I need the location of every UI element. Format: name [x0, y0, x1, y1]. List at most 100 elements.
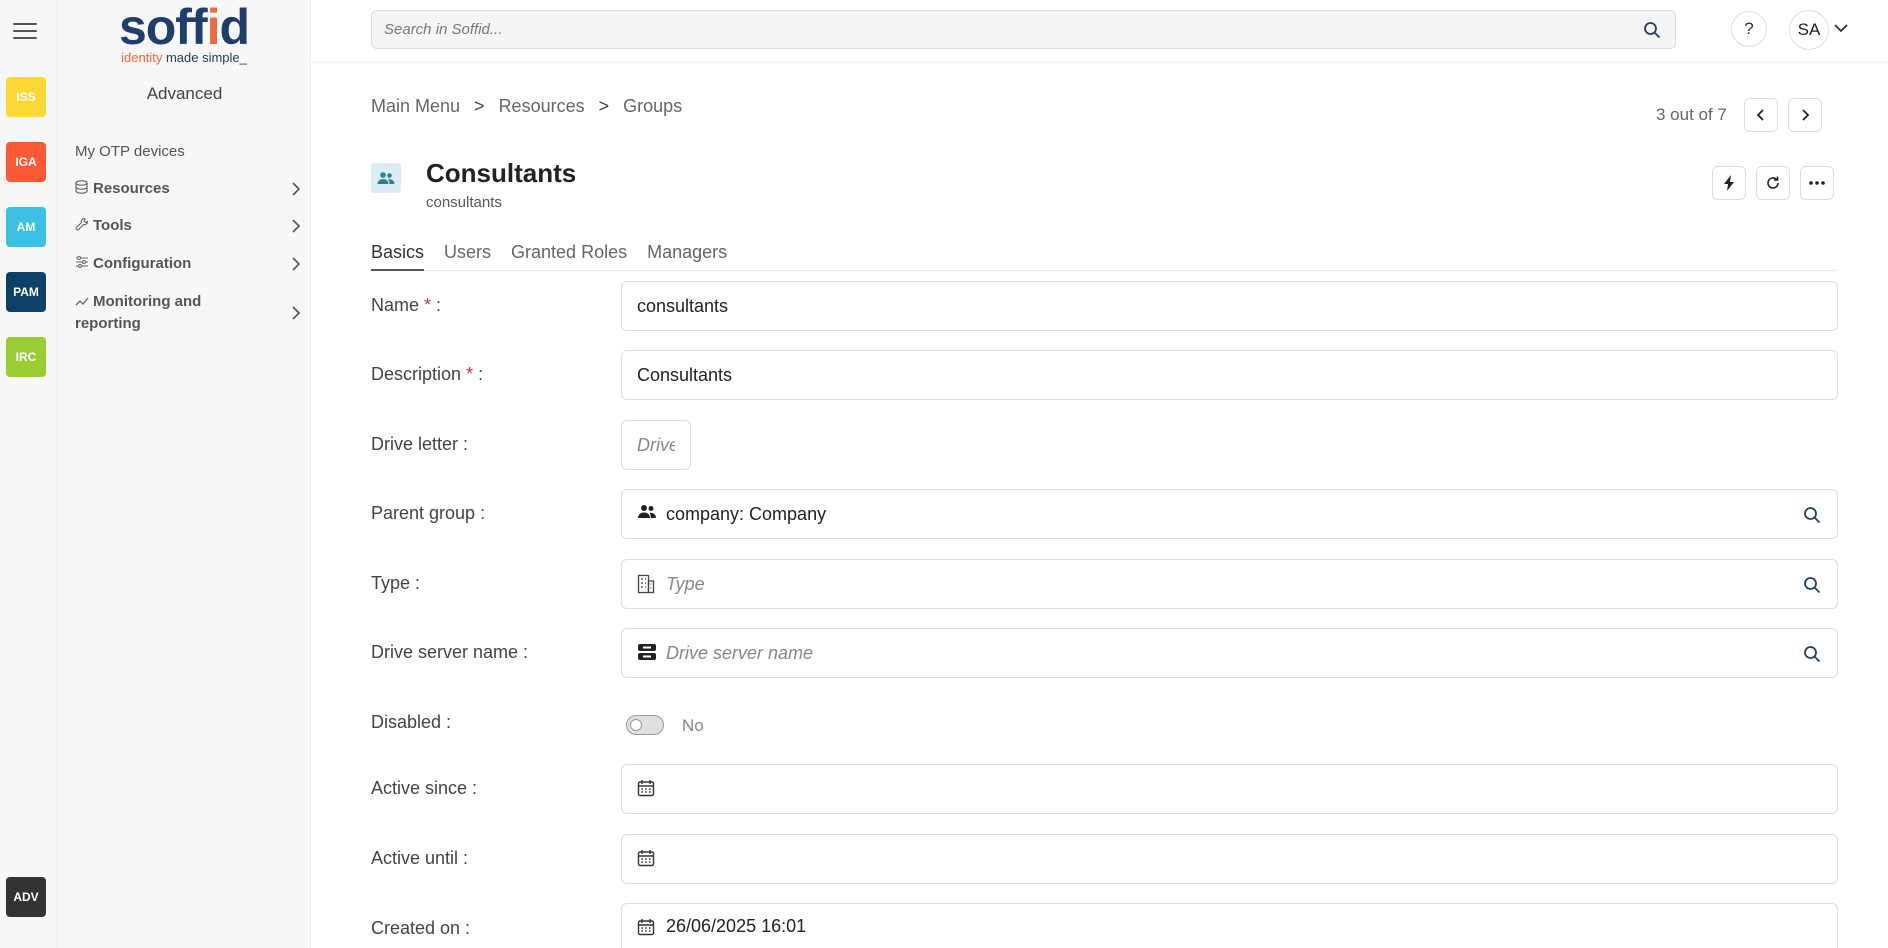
tab-granted-roles[interactable]: Granted Roles: [511, 242, 627, 271]
global-search: [371, 10, 1676, 49]
name-label: Name * :: [371, 295, 442, 315]
parent-group-field: [621, 489, 1838, 539]
active-since-field: [621, 764, 1838, 814]
search-icon[interactable]: [1643, 21, 1661, 39]
more-options-button[interactable]: [1800, 166, 1834, 200]
app-iga-button[interactable]: IGA: [6, 142, 46, 182]
disabled-label: Disabled :: [371, 712, 452, 732]
user-avatar[interactable]: SA: [1789, 10, 1829, 50]
breadcrumb-separator: >: [598, 96, 610, 116]
refresh-icon: [1767, 176, 1779, 189]
side-menu: soffid identity made simple_ Advanced My…: [58, 0, 311, 948]
group-icon: [637, 504, 657, 524]
name-field: [621, 281, 1838, 331]
execute-action-button[interactable]: [1712, 166, 1746, 200]
breadcrumb-groups[interactable]: Groups: [623, 96, 682, 117]
sidebar-item-label: Resources: [93, 180, 170, 197]
wrench-icon: [75, 217, 93, 234]
building-icon: [637, 574, 657, 594]
drive-letter-label: Drive letter :: [371, 434, 469, 454]
page-title: Consultants: [426, 158, 577, 188]
app-am-button[interactable]: AM: [6, 207, 46, 247]
sidebar-item-label: Monitoring and reporting: [75, 293, 202, 332]
breadcrumb-separator: >: [474, 96, 485, 116]
calendar-icon[interactable]: [637, 779, 657, 799]
sidebar-item-label: Tools: [93, 217, 132, 234]
search-input[interactable]: [372, 11, 1675, 48]
app-iss-button[interactable]: ISS: [6, 77, 46, 117]
active-until-input[interactable]: [622, 835, 1837, 883]
chevron-right-icon: [291, 256, 301, 277]
tab-bar: Basics Users Granted Roles Managers: [371, 242, 1838, 271]
type-label: Type :: [371, 573, 421, 593]
tab-users[interactable]: Users: [444, 242, 491, 271]
sidebar-item-label: My OTP devices: [75, 143, 185, 160]
active-until-label: Active until :: [371, 848, 469, 868]
ellipsis-icon: [1809, 181, 1825, 185]
sidebar-item-tools[interactable]: Tools: [75, 217, 301, 234]
page-subtitle: consultants: [426, 194, 502, 211]
drive-server-field: [621, 628, 1838, 678]
name-input[interactable]: [622, 282, 1837, 330]
created-on-label: Created on :: [371, 918, 471, 938]
chevron-left-icon: [1756, 109, 1764, 121]
drive-letter-input[interactable]: [622, 421, 690, 469]
chevron-right-icon: [1802, 109, 1810, 121]
previous-record-button[interactable]: [1744, 98, 1778, 132]
lightning-icon: [1724, 175, 1734, 191]
side-menu-title: Advanced: [146, 84, 223, 103]
description-field: [621, 350, 1838, 400]
pager-position: 3 out of 7: [1656, 105, 1727, 124]
chevron-right-icon: [291, 218, 301, 239]
app-adv-button[interactable]: ADV: [6, 877, 46, 917]
parent-group-label: Parent group :: [371, 503, 486, 523]
chart-line-icon: [75, 291, 93, 313]
sidebar-item-monitoring[interactable]: Monitoring and reporting: [75, 291, 301, 335]
created-on-field: [621, 903, 1838, 948]
search-icon[interactable]: [1803, 576, 1821, 594]
chevron-down-icon[interactable]: [1833, 20, 1849, 36]
parent-group-input[interactable]: [622, 490, 1837, 538]
app-pam-button[interactable]: PAM: [6, 272, 46, 312]
refresh-button[interactable]: [1756, 166, 1790, 200]
active-until-field: [621, 834, 1838, 884]
chevron-right-icon: [291, 181, 301, 202]
type-input[interactable]: [622, 560, 1837, 608]
chevron-right-icon: [291, 305, 301, 328]
server-icon: [637, 643, 657, 663]
database-icon: [75, 180, 93, 197]
description-label: Description * :: [371, 364, 484, 384]
calendar-icon[interactable]: [637, 849, 657, 869]
sidebar-item-label: Configuration: [93, 255, 192, 272]
sidebar-item-configuration[interactable]: Configuration: [75, 255, 301, 272]
app-rail: ISS IGA AM PAM IRC ADV: [0, 0, 58, 948]
top-header: ? SA: [311, 0, 1888, 63]
active-since-label: Active since :: [371, 778, 478, 798]
next-record-button[interactable]: [1788, 98, 1822, 132]
breadcrumb: Main Menu > Resources > Groups: [371, 96, 682, 117]
breadcrumb-main-menu[interactable]: Main Menu: [371, 96, 460, 117]
type-field: [621, 559, 1838, 609]
sliders-icon: [75, 256, 93, 271]
tab-managers[interactable]: Managers: [647, 242, 727, 271]
sidebar-item-otp-devices[interactable]: My OTP devices: [75, 143, 301, 160]
calendar-icon: [637, 918, 657, 938]
search-icon[interactable]: [1803, 506, 1821, 524]
help-button[interactable]: ?: [1731, 11, 1767, 47]
drive-letter-field: [621, 420, 691, 470]
description-input[interactable]: [622, 351, 1837, 399]
active-since-input[interactable]: [622, 765, 1837, 813]
drive-server-input[interactable]: [622, 629, 1837, 677]
drive-server-label: Drive server name :: [371, 642, 529, 662]
group-icon: [371, 163, 401, 193]
disabled-toggle[interactable]: [626, 715, 664, 735]
hamburger-menu-icon[interactable]: [13, 23, 37, 41]
search-icon[interactable]: [1803, 645, 1821, 663]
breadcrumb-resources[interactable]: Resources: [499, 96, 585, 117]
created-on-input: [622, 904, 1837, 948]
disabled-value: No: [682, 716, 704, 735]
tab-basics[interactable]: Basics: [371, 242, 425, 271]
sidebar-item-resources[interactable]: Resources: [75, 180, 301, 197]
app-irc-button[interactable]: IRC: [6, 337, 46, 377]
soffid-logo[interactable]: soffid identity made simple_: [114, 0, 254, 66]
